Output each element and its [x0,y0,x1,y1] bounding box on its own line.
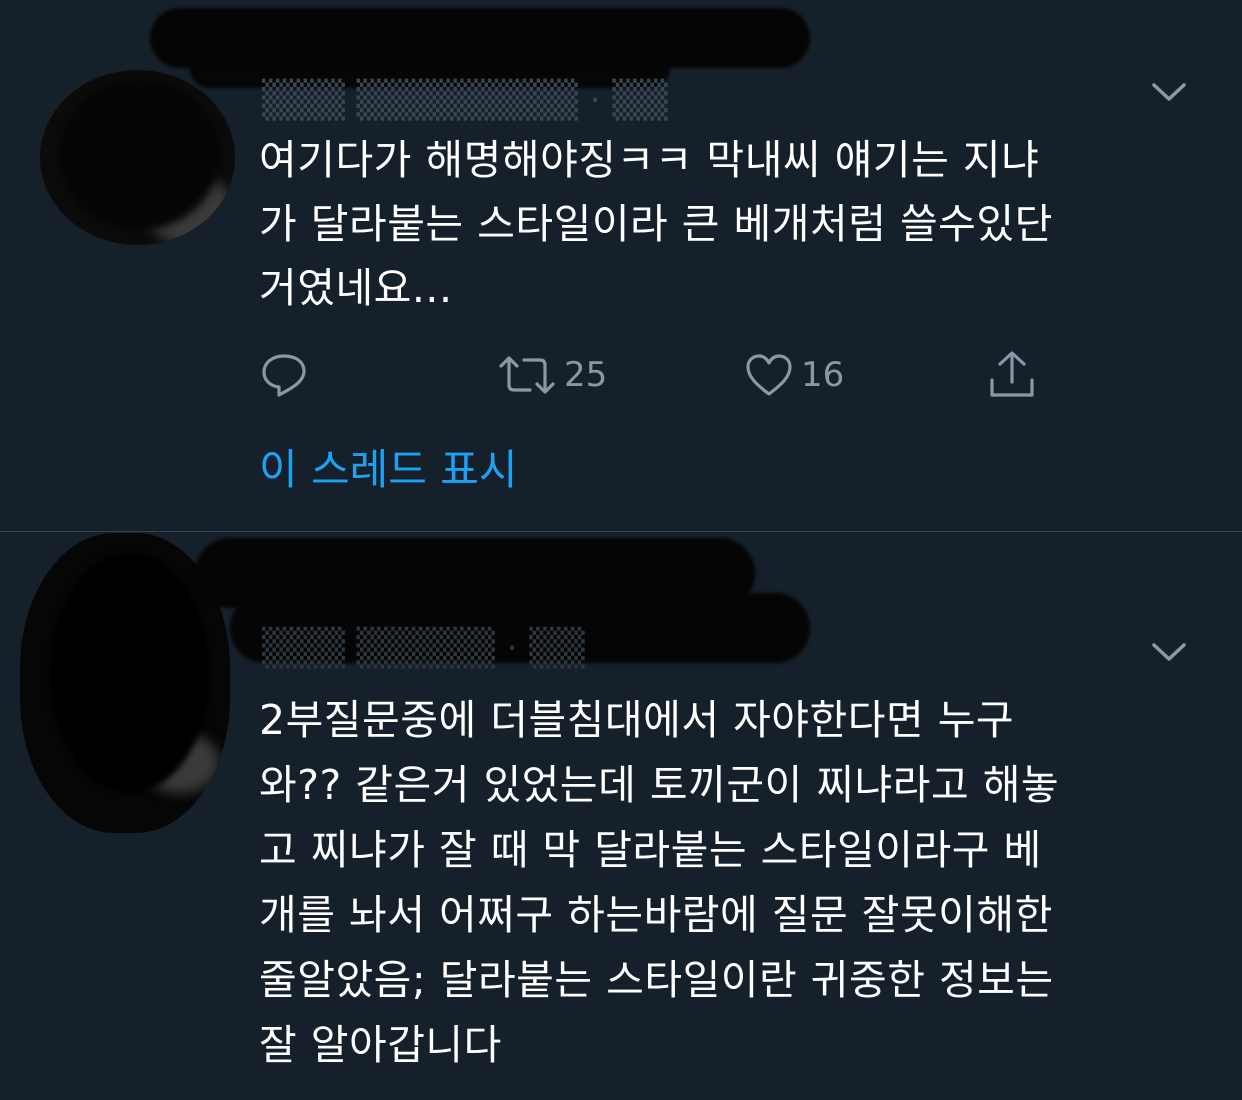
chevron-down-icon[interactable] [1151,80,1187,104]
redacted-user-header: ▒▒▒ ▒▒▒▒▒▒▒▒ · ▒▒ [262,80,668,121]
show-thread-link[interactable]: 이 스레드 표시 [259,436,518,497]
tweet-text-line: 줄알았음; 달라붙는 스타일이란 귀중한 정보는 [259,956,1054,1004]
tweet-text-line: 여기다가 해명해야징ㅋㅋ 막내씨 얘기는 지냐 [259,136,1040,184]
tweet-text: 2부질문중에 더블침대에서 자야한다면 누구 와?? 같은거 있었는데 토끼군이… [259,688,1059,1078]
retweet-count: 25 [564,355,608,395]
tweet-text-line: 잘 알아갑니다 [259,1021,502,1069]
redacted-user-header: ▒▒▒ ▒▒▒▒▒ · ▒▒ [262,628,585,669]
tweet-text-line: 거였네요... [259,264,453,312]
share-button[interactable] [988,350,1036,400]
reply-icon [262,354,306,397]
tweet-text-line: 가 달라붙는 스타일이라 큰 베개처럼 쓸수있단 [259,200,1053,248]
tweet-text-line: 와?? 같은거 있었는데 토끼군이 찌냐라고 해놓 [259,761,1060,809]
reply-button[interactable] [260,350,318,400]
chevron-down-icon[interactable] [1151,640,1187,664]
tweet[interactable]: ▒▒▒ ▒▒▒▒▒ · ▒▒ 2부질문중에 더블침대에서 자야한다면 누구 와?… [0,533,1242,1100]
tweet-text-line: 개를 놔서 어쩌구 하는바람에 질문 잘못이해한 [259,891,1053,939]
heart-icon [746,354,792,396]
retweet-button[interactable]: 25 [498,350,607,400]
avatar[interactable] [40,70,235,245]
tweet-text: 여기다가 해명해야징ㅋㅋ 막내씨 얘기는 지냐 가 달라붙는 스타일이라 큰 베… [259,128,1053,320]
like-count: 16 [801,355,845,395]
tweet-actions: 25 16 [260,350,1060,400]
retweet-icon [499,356,555,394]
tweet-divider [0,531,1242,532]
share-icon [990,351,1034,397]
tweet-text-line: 2부질문중에 더블침대에서 자야한다면 누구 [259,696,1015,744]
tweet-text-line: 고 찌냐가 잘 때 막 달라붙는 스타일이라구 베 [259,826,1042,874]
tweet[interactable]: ▒▒▒ ▒▒▒▒▒▒▒▒ · ▒▒ 여기다가 해명해야징ㅋㅋ 막내씨 얘기는 지… [0,0,1242,532]
like-button[interactable]: 16 [745,350,844,400]
